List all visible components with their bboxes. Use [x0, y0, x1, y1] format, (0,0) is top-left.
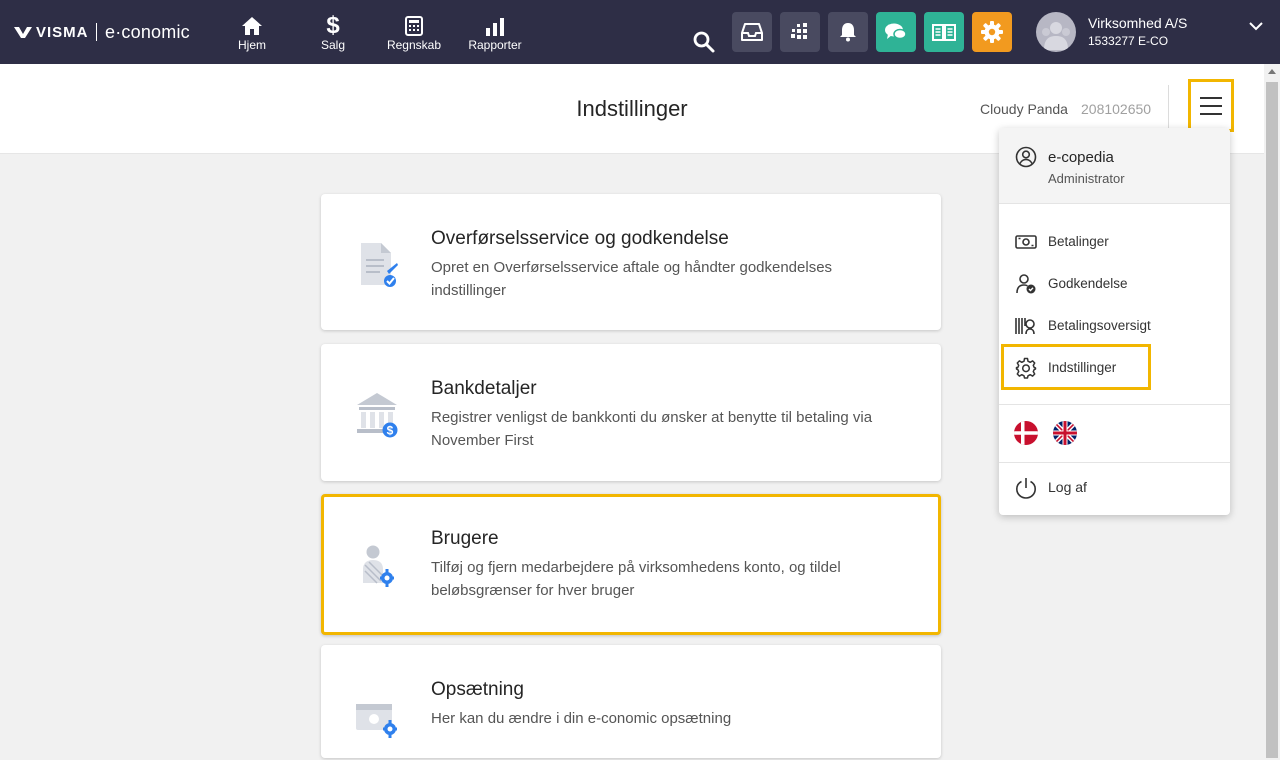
calculator-icon — [405, 16, 423, 36]
company-avatar[interactable] — [1036, 12, 1076, 52]
search-icon — [693, 31, 715, 53]
card-bank-details[interactable]: $ Bankdetaljer Registrer venligst de ban… — [321, 344, 941, 481]
user-dropdown-menu: e-copedia Administrator Betalinger Godke… — [999, 128, 1230, 515]
top-navigation-bar: VISMA e·conomic Hjem $ Salg Regnskab Rap… — [0, 0, 1280, 64]
card-users[interactable]: Brugere Tilføj og fjern medarbejdere på … — [321, 494, 941, 635]
menu-divider — [999, 462, 1230, 463]
document-approve-icon — [351, 239, 403, 291]
inbox-button[interactable] — [732, 12, 772, 52]
chevron-down-icon — [1249, 22, 1263, 31]
notifications-button[interactable] — [828, 12, 868, 52]
menu-item-payments[interactable]: Betalinger — [1015, 229, 1109, 255]
search-button[interactable] — [692, 30, 716, 59]
card-description: Tilføj og fjern medarbejdere på virksomh… — [431, 559, 841, 599]
banknote-icon — [1015, 235, 1037, 249]
nav-home-label: Hjem — [237, 38, 266, 52]
open-book-icon — [932, 24, 956, 41]
user-check-icon — [1016, 274, 1036, 294]
bar-chart-icon — [486, 18, 504, 36]
menu-item-payment-overview[interactable]: Betalingsoversigt — [1015, 313, 1151, 339]
apps-button[interactable] — [780, 12, 820, 52]
menu-item-approval[interactable]: Godkendelse — [1015, 271, 1128, 297]
company-dropdown-toggle[interactable] — [1249, 18, 1263, 36]
power-icon — [1015, 478, 1037, 499]
chat-button[interactable] — [876, 12, 916, 52]
company-switcher[interactable]: Virksomhed A/S 1533277 E-CO — [1088, 15, 1187, 48]
nav-reports[interactable]: Rapporter — [455, 10, 535, 52]
barcode-search-icon — [1015, 318, 1035, 335]
apps-grid-icon — [791, 23, 807, 39]
svg-text:$: $ — [387, 424, 394, 438]
user-settings-icon — [351, 539, 403, 591]
menu-user-role: Administrator — [1048, 171, 1125, 186]
logo-product: e·conomic — [105, 21, 190, 42]
card-description: Her kan du ændre i din e-conomic opsætni… — [431, 710, 732, 727]
menu-divider — [999, 404, 1230, 405]
logo-divider — [95, 23, 98, 41]
header-user-number: 208102650 — [1081, 101, 1152, 117]
menu-item-label: Betalingsoversigt — [1048, 318, 1151, 333]
help-book-button[interactable] — [924, 12, 964, 52]
svg-text:$: $ — [326, 12, 340, 36]
uk-flag-icon[interactable] — [1053, 421, 1077, 445]
scrollbar-thumb[interactable] — [1266, 82, 1278, 758]
card-title: Opsætning — [431, 679, 524, 700]
dollar-icon: $ — [326, 12, 340, 36]
gear-icon — [981, 21, 1003, 43]
card-setup[interactable]: Opsætning Her kan du ændre i din e-conom… — [321, 645, 941, 758]
nav-accounting-label: Regnskab — [386, 38, 442, 52]
nav-sales-label: Salg — [320, 38, 346, 52]
menu-user-section: e-copedia Administrator — [999, 128, 1230, 204]
card-title: Brugere — [431, 528, 499, 549]
visma-economic-logo[interactable]: VISMA e·conomic — [14, 20, 190, 44]
inbox-icon — [741, 23, 763, 41]
visma-logo-icon — [14, 27, 32, 38]
company-name: Virksomhed A/S — [1088, 15, 1188, 31]
scroll-up-arrow[interactable] — [1268, 69, 1276, 74]
company-number: 1533277 E-CO — [1088, 34, 1169, 48]
menu-item-label: Log af — [1048, 479, 1087, 495]
danish-flag-icon[interactable] — [1014, 421, 1038, 445]
page-title: Indstillinger — [576, 96, 688, 121]
nav-reports-label: Rapporter — [468, 38, 522, 52]
logo-brand: VISMA — [36, 23, 89, 41]
header-divider — [1168, 85, 1169, 129]
settings-button[interactable] — [972, 12, 1012, 52]
user-circle-icon — [1015, 146, 1037, 173]
hamburger-menu-icon — [1200, 96, 1222, 115]
bell-icon — [840, 23, 856, 42]
card-title: Overførselsservice og godkendelse — [431, 228, 729, 249]
page-scrollbar[interactable] — [1264, 64, 1280, 760]
menu-item-label: Godkendelse — [1048, 276, 1128, 291]
bank-icon: $ — [351, 389, 403, 441]
menu-button[interactable] — [1188, 79, 1234, 132]
card-description: Opret en Overførselsservice aftale og hå… — [431, 259, 833, 299]
menu-user-name: e-copedia — [1048, 149, 1114, 166]
home-icon — [242, 17, 262, 35]
nav-home[interactable]: Hjem — [212, 10, 292, 52]
settings-item-highlight-frame — [1001, 344, 1151, 390]
chat-bubbles-icon — [885, 23, 907, 40]
nav-sales[interactable]: $ Salg — [293, 10, 373, 52]
nav-accounting[interactable]: Regnskab — [374, 10, 454, 52]
menu-item-logout[interactable]: Log af — [1015, 475, 1087, 501]
header-user-name: Cloudy Panda — [980, 101, 1068, 117]
menu-item-label: Betalinger — [1048, 234, 1109, 249]
card-title: Bankdetaljer — [431, 378, 537, 399]
card-description: Registrer venligst de bankkonti du ønske… — [431, 409, 873, 449]
people-avatar-icon — [1042, 22, 1070, 50]
setup-settings-icon — [351, 690, 403, 742]
card-transfer-service[interactable]: Overførselsservice og godkendelse Opret … — [321, 194, 941, 330]
